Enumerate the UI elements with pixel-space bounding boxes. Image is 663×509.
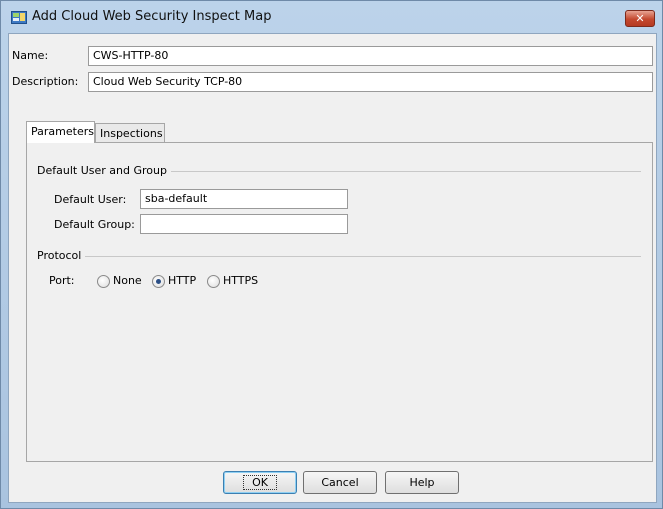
cancel-button[interactable]: Cancel xyxy=(303,471,377,494)
window-title: Add Cloud Web Security Inspect Map xyxy=(32,9,272,24)
protocol-group-title: Protocol xyxy=(37,249,86,262)
user-group-title: Default User and Group xyxy=(37,164,171,177)
name-input[interactable]: CWS-HTTP-80 xyxy=(88,46,653,66)
tab-inspections[interactable]: Inspections xyxy=(95,123,165,143)
ok-button[interactable]: OK xyxy=(223,471,297,494)
port-none-radio[interactable] xyxy=(97,275,110,288)
port-none-label: None xyxy=(113,274,142,287)
title-bar[interactable]: Add Cloud Web Security Inspect Map ✕ xyxy=(1,1,662,33)
tab-parameters[interactable]: Parameters xyxy=(26,121,95,143)
close-button[interactable]: ✕ xyxy=(625,10,655,27)
default-group-input[interactable] xyxy=(140,214,348,234)
dialog-window: Add Cloud Web Security Inspect Map ✕ Nam… xyxy=(0,0,663,509)
protocol-divider xyxy=(37,256,641,257)
cancel-button-label: Cancel xyxy=(321,476,359,489)
default-group-label: Default Group: xyxy=(54,218,135,231)
map-app-icon xyxy=(11,11,27,24)
description-label: Description: xyxy=(12,75,79,88)
default-user-label: Default User: xyxy=(54,193,127,206)
port-https-label: HTTPS xyxy=(223,274,259,287)
help-button-label: Help xyxy=(409,476,435,489)
ok-button-label: OK xyxy=(243,475,277,490)
tab-parameters-label: Parameters xyxy=(31,125,94,138)
help-button[interactable]: Help xyxy=(385,471,459,494)
port-http-radio[interactable] xyxy=(152,275,165,288)
default-user-input[interactable]: sba-default xyxy=(140,189,348,209)
dialog-body: Name: CWS-HTTP-80 Description: Cloud Web… xyxy=(8,33,657,503)
name-label: Name: xyxy=(12,49,49,62)
port-https-radio[interactable] xyxy=(207,275,220,288)
port-label: Port: xyxy=(49,274,75,287)
close-icon: ✕ xyxy=(635,12,645,25)
port-http-label: HTTP xyxy=(168,274,197,287)
description-input[interactable]: Cloud Web Security TCP-80 xyxy=(88,72,653,92)
tab-inspections-label: Inspections xyxy=(100,127,163,140)
parameters-panel: Default User and Group Default User: sba… xyxy=(26,142,653,462)
